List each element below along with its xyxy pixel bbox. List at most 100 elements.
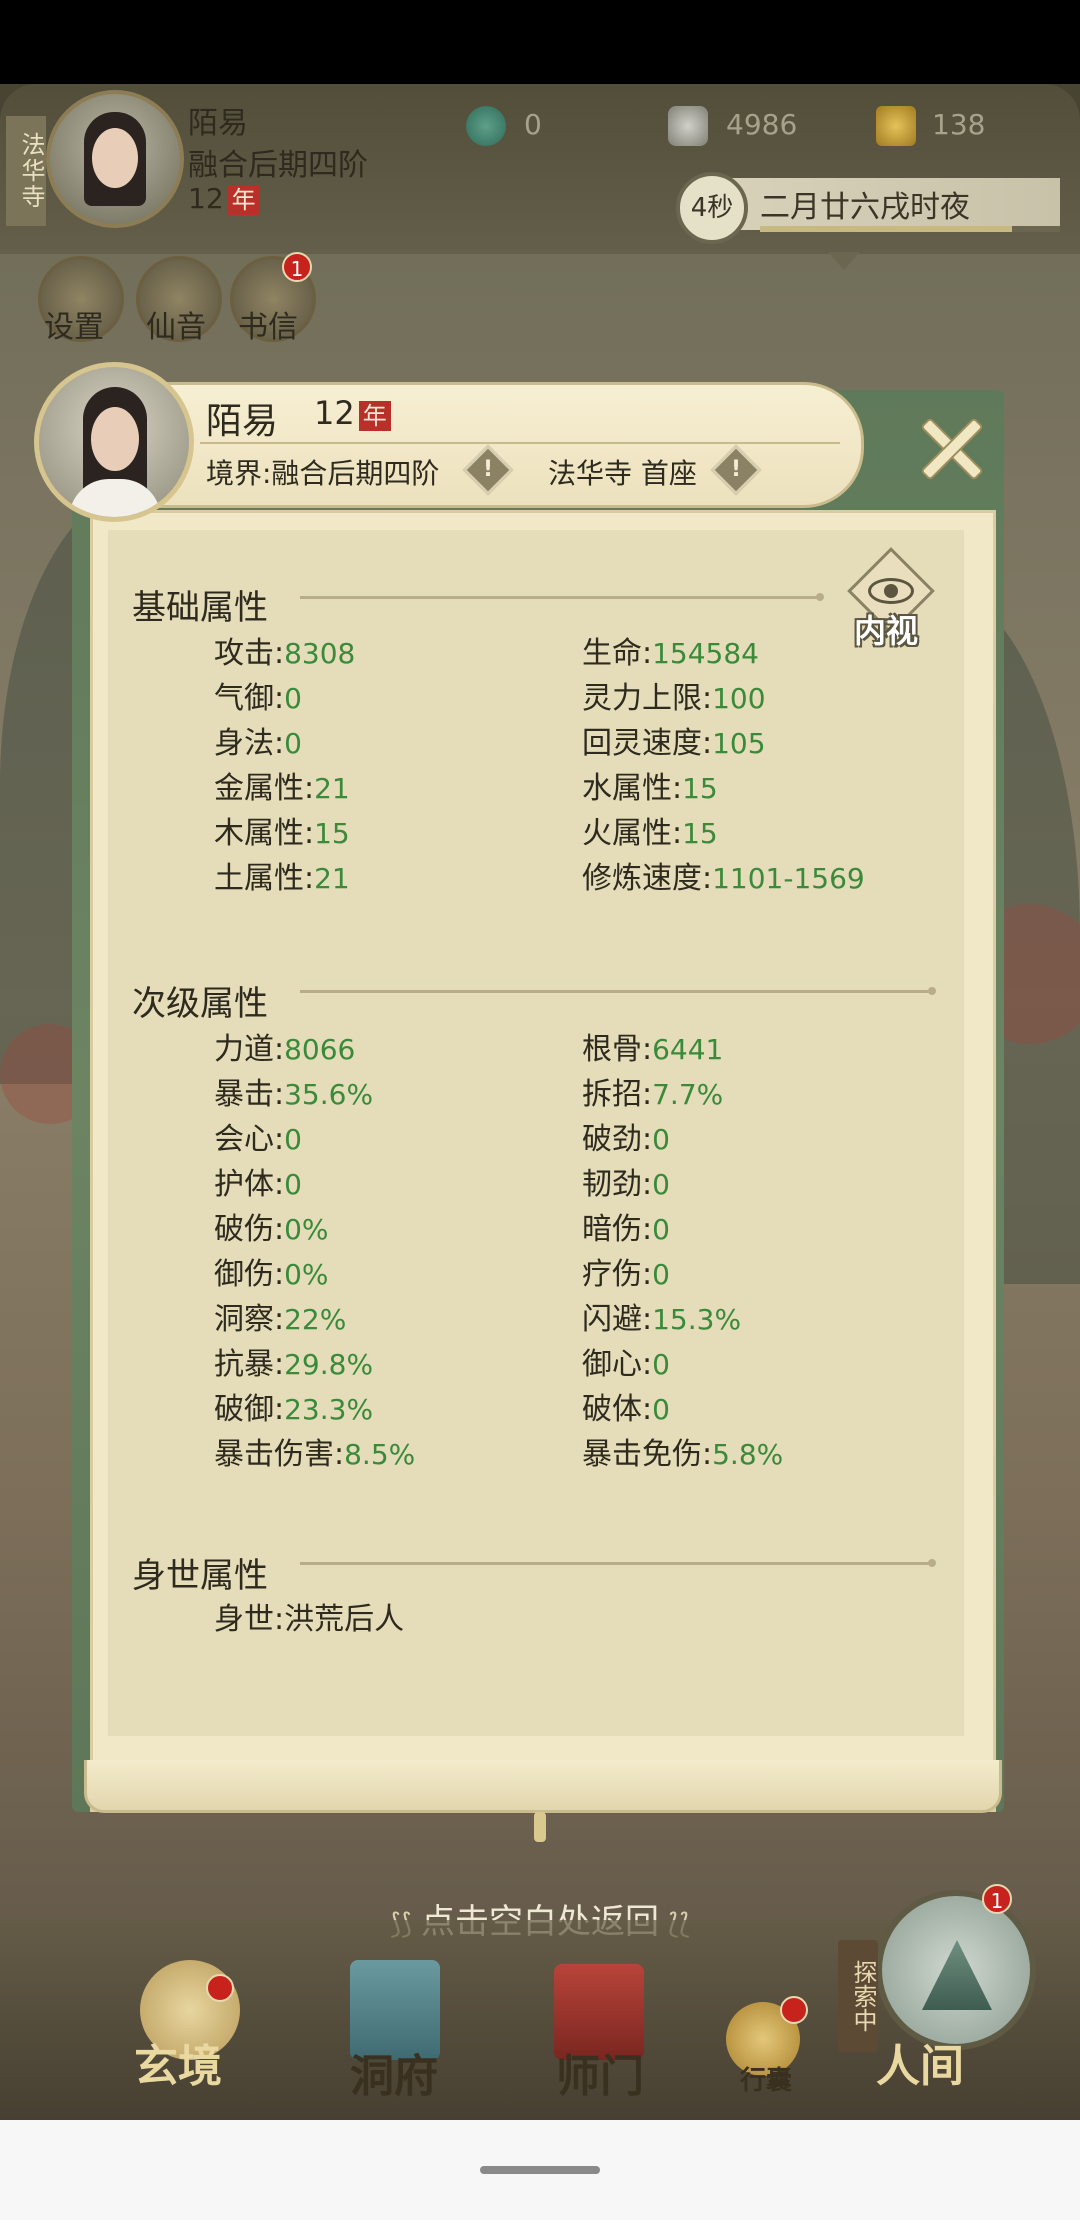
stat-item: 根骨:6441 xyxy=(582,1032,724,1067)
stat-name: 破御 xyxy=(214,1392,274,1427)
chevron-down-icon[interactable] xyxy=(828,252,860,270)
scroll-roll xyxy=(84,1760,1002,1813)
stat-name: 疗伤 xyxy=(582,1257,642,1292)
nav-realm[interactable]: 玄境 xyxy=(134,2030,222,2094)
stat-value: 8066 xyxy=(284,1033,356,1066)
stat-value: 0 xyxy=(284,1168,302,1201)
section-title-secondary: 次级属性 xyxy=(132,984,268,1024)
stat-item: 生命:154584 xyxy=(582,636,759,671)
stat-value: 0 xyxy=(284,727,302,760)
stat-item: 闪避:15.3% xyxy=(582,1302,742,1337)
character-age-unit: 年 xyxy=(358,401,391,431)
music-label[interactable]: 仙音 xyxy=(146,302,206,346)
stat-name: 御心 xyxy=(582,1347,642,1382)
section-divider xyxy=(300,1559,936,1567)
stat-name: 生命 xyxy=(582,636,642,671)
stat-value: 22% xyxy=(284,1303,347,1336)
gold-ingot-icon xyxy=(876,106,916,146)
stat-item: 力道:8066 xyxy=(214,1032,356,1067)
stat-value: 洪荒后人 xyxy=(284,1602,405,1637)
game-screen: 法华寺 陌易 融合后期四阶 12 年 0 4986 138 4秒 二月廿六戌时夜 … xyxy=(0,0,1080,2220)
stat-item: 护体:0 xyxy=(214,1167,302,1202)
stat-item: 修炼速度:1101-1569 xyxy=(582,861,865,896)
stat-item: 金属性:21 xyxy=(214,771,350,806)
inner-view-label[interactable]: 内视 xyxy=(854,606,918,652)
time-progress xyxy=(760,226,1060,232)
stat-item: 御伤:0% xyxy=(214,1257,329,1292)
realm-label: 境界:融合后期四阶 xyxy=(206,457,440,490)
stat-name: 力道 xyxy=(214,1032,274,1067)
world-explore-button[interactable] xyxy=(876,1890,1036,2050)
player-realm: 融合后期四阶 xyxy=(188,148,368,183)
settings-label[interactable]: 设置 xyxy=(44,302,104,346)
stat-name: 拆招 xyxy=(582,1077,642,1112)
scroll-knot xyxy=(534,1812,546,1842)
stat-value: 0 xyxy=(284,682,302,715)
stat-value: 23.3% xyxy=(284,1393,374,1426)
stat-item: 御心:0 xyxy=(582,1347,670,1382)
coin-icon xyxy=(668,106,708,146)
exploring-tag: 探索中 xyxy=(838,1940,878,2052)
stat-value: 0% xyxy=(284,1258,329,1291)
header-divider xyxy=(200,442,840,444)
nav-cave-dwelling[interactable]: 洞府 xyxy=(350,2040,438,2104)
world-badge: 1 xyxy=(982,1884,1012,1914)
stat-value: 154584 xyxy=(652,637,759,670)
stat-name: 木属性 xyxy=(214,816,304,851)
stat-item: 气御:0 xyxy=(214,681,302,716)
gold-value: 138 xyxy=(932,108,986,141)
jade-value: 0 xyxy=(524,108,542,141)
stat-name: 护体 xyxy=(214,1167,274,1202)
stat-item: 破体:0 xyxy=(582,1392,670,1427)
stat-name: 暴击伤害 xyxy=(214,1437,334,1472)
stat-item: 韧劲:0 xyxy=(582,1167,670,1202)
stat-name: 灵力上限 xyxy=(582,681,702,716)
stat-value: 8.5% xyxy=(344,1438,416,1471)
character-name: 陌易 xyxy=(206,401,279,442)
character-avatar xyxy=(34,362,194,522)
stat-name: 会心 xyxy=(214,1122,274,1157)
timer-countdown: 4秒 xyxy=(676,172,748,244)
stat-name: 抗暴 xyxy=(214,1347,274,1382)
nav-world[interactable]: 人间 xyxy=(876,2030,964,2094)
stat-value: 6441 xyxy=(652,1033,724,1066)
player-avatar[interactable] xyxy=(46,90,184,228)
stat-item: 破劲:0 xyxy=(582,1122,670,1157)
stat-name: 暴击免伤 xyxy=(582,1437,702,1472)
stat-name: 土属性 xyxy=(214,861,304,896)
stat-name: 气御 xyxy=(214,681,274,716)
stat-item: 暗伤:0 xyxy=(582,1212,670,1247)
stat-value: 0 xyxy=(652,1123,670,1156)
stat-name: 火属性 xyxy=(582,816,672,851)
stat-value: 0 xyxy=(652,1348,670,1381)
bag-badge xyxy=(780,1996,808,2024)
stat-value: 35.6% xyxy=(284,1078,374,1111)
close-icon[interactable] xyxy=(910,408,990,488)
stat-value: 1101-1569 xyxy=(712,862,865,895)
stat-name: 攻击 xyxy=(214,636,274,671)
stat-name: 身世 xyxy=(214,1602,274,1637)
stat-item: 水属性:15 xyxy=(582,771,718,806)
stat-name: 水属性 xyxy=(582,771,672,806)
character-age-value: 12 xyxy=(314,394,355,432)
stat-value: 21 xyxy=(314,862,350,895)
coin-value: 4986 xyxy=(726,108,798,141)
stat-value: 0 xyxy=(652,1213,670,1246)
age-unit-badge: 年 xyxy=(227,185,260,215)
player-name: 陌易 xyxy=(188,106,248,141)
stat-value: 7.7% xyxy=(652,1078,724,1111)
stat-value: 0 xyxy=(284,1123,302,1156)
nav-sect[interactable]: 师门 xyxy=(556,2040,644,2104)
stat-item: 回灵速度:105 xyxy=(582,726,766,761)
stat-value: 0% xyxy=(284,1213,329,1246)
nav-bag[interactable]: 行囊 xyxy=(740,2060,792,2097)
stat-name: 暴击 xyxy=(214,1077,274,1112)
letter-label[interactable]: 书信 xyxy=(238,302,298,346)
stat-item: 暴击:35.6% xyxy=(214,1077,374,1112)
stat-name: 回灵速度 xyxy=(582,726,702,761)
stat-item: 洞察:22% xyxy=(214,1302,347,1337)
stat-value: 15 xyxy=(682,772,718,805)
letter-badge: 1 xyxy=(282,252,312,282)
home-handle[interactable] xyxy=(480,2166,600,2174)
jade-icon xyxy=(466,106,506,146)
